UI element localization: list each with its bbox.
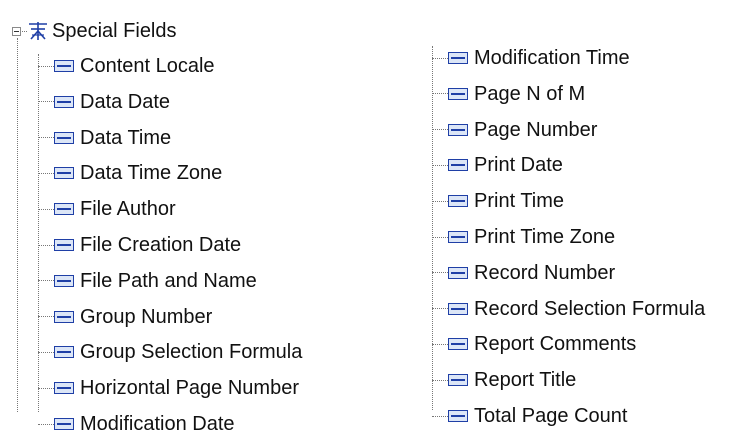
tree-item-field[interactable]: Record Selection Formula (432, 297, 705, 321)
tree-item-label: Report Comments (474, 333, 637, 356)
field-icon (448, 410, 468, 422)
tree-item-label: File Creation Date (80, 234, 242, 256)
field-icon (54, 239, 74, 251)
field-icon (54, 167, 74, 180)
tree-item-field[interactable]: Print Time (432, 189, 564, 213)
field-icon (54, 131, 74, 144)
tree-item-label: Page Number (474, 118, 598, 141)
tree-item-field[interactable]: File Author (38, 197, 176, 221)
tree-item-field[interactable]: Group Number (38, 305, 212, 329)
field-icon (448, 266, 468, 279)
tree-item-label: Record Selection Formula (474, 297, 706, 320)
tree-item-field[interactable]: Page Number (432, 118, 597, 142)
tree-item-field[interactable]: Content Locale (38, 54, 215, 78)
tree-item-label: File Path and Name (80, 269, 257, 292)
field-icon (54, 418, 74, 430)
field-icon (448, 195, 468, 208)
field-icon (54, 95, 74, 108)
tree-item-label: File Author (80, 198, 176, 221)
special-fields-icon (29, 22, 47, 40)
tree-item-field[interactable]: Total Page Count (432, 404, 627, 428)
tree-item-label: Data Time (80, 126, 172, 149)
field-icon (448, 159, 468, 172)
tree-item-label: Print Time Zone (474, 226, 616, 248)
tree-item-field[interactable]: Data Time (38, 126, 171, 150)
field-icon (54, 310, 74, 323)
tree-node-special-fields[interactable]: Special Fields (12, 18, 177, 44)
field-icon (448, 52, 468, 64)
tree-item-label: Report Title (474, 369, 577, 392)
field-icon (448, 338, 468, 351)
tree-item-label: Record Number (474, 261, 616, 284)
tree-item-field[interactable]: Data Time Zone (38, 161, 222, 185)
field-icon (448, 231, 468, 243)
field-icon (448, 302, 468, 315)
tree-item-field[interactable]: Print Date (432, 153, 563, 177)
field-icon (448, 123, 468, 136)
tree-item-label: Print Time (474, 190, 565, 213)
field-icon (448, 374, 468, 387)
tree-item-label: Total Page Count (474, 405, 628, 427)
tree-item-label: Data Time Zone (80, 162, 223, 185)
tree-node-label: Special Fields (52, 20, 177, 42)
field-icon (54, 60, 74, 72)
tree-item-label: Group Number (80, 305, 213, 328)
tree-item-label: Horizontal Page Number (80, 377, 299, 400)
tree-guide-line (17, 38, 18, 412)
tree-item-field[interactable]: Print Time Zone (432, 225, 615, 249)
tree-item-label: Group Selection Formula (80, 341, 303, 364)
collapse-icon[interactable] (12, 26, 21, 36)
tree-item-field[interactable]: Modification Time (432, 46, 630, 70)
tree-item-field[interactable]: Group Selection Formula (38, 340, 302, 364)
field-icon (54, 346, 74, 359)
tree-item-field[interactable]: Report Title (432, 368, 576, 392)
field-icon (54, 382, 74, 395)
tree-item-field[interactable]: Page N of M (432, 82, 585, 106)
tree-item-field[interactable]: Record Number (432, 261, 615, 285)
tree-item-field[interactable]: Horizontal Page Number (38, 376, 299, 400)
tree-item-label: Page N of M (474, 82, 586, 105)
tree-item-label: Data Date (80, 90, 171, 113)
tree-item-label: Modification Time (474, 47, 630, 69)
tree-item-label: Print Date (474, 154, 563, 177)
tree-item-field[interactable]: Modification Date (38, 412, 235, 436)
tree-item-field[interactable]: Report Comments (432, 332, 636, 356)
tree-item-label: Content Locale (80, 55, 215, 77)
tree-item-field[interactable]: File Path and Name (38, 269, 257, 293)
field-icon (448, 87, 468, 100)
tree-item-field[interactable]: Data Date (38, 90, 170, 114)
tree-item-label: Modification Date (80, 413, 235, 435)
field-icon (54, 274, 74, 287)
tree-item-field[interactable]: File Creation Date (38, 233, 241, 257)
field-icon (54, 203, 74, 216)
